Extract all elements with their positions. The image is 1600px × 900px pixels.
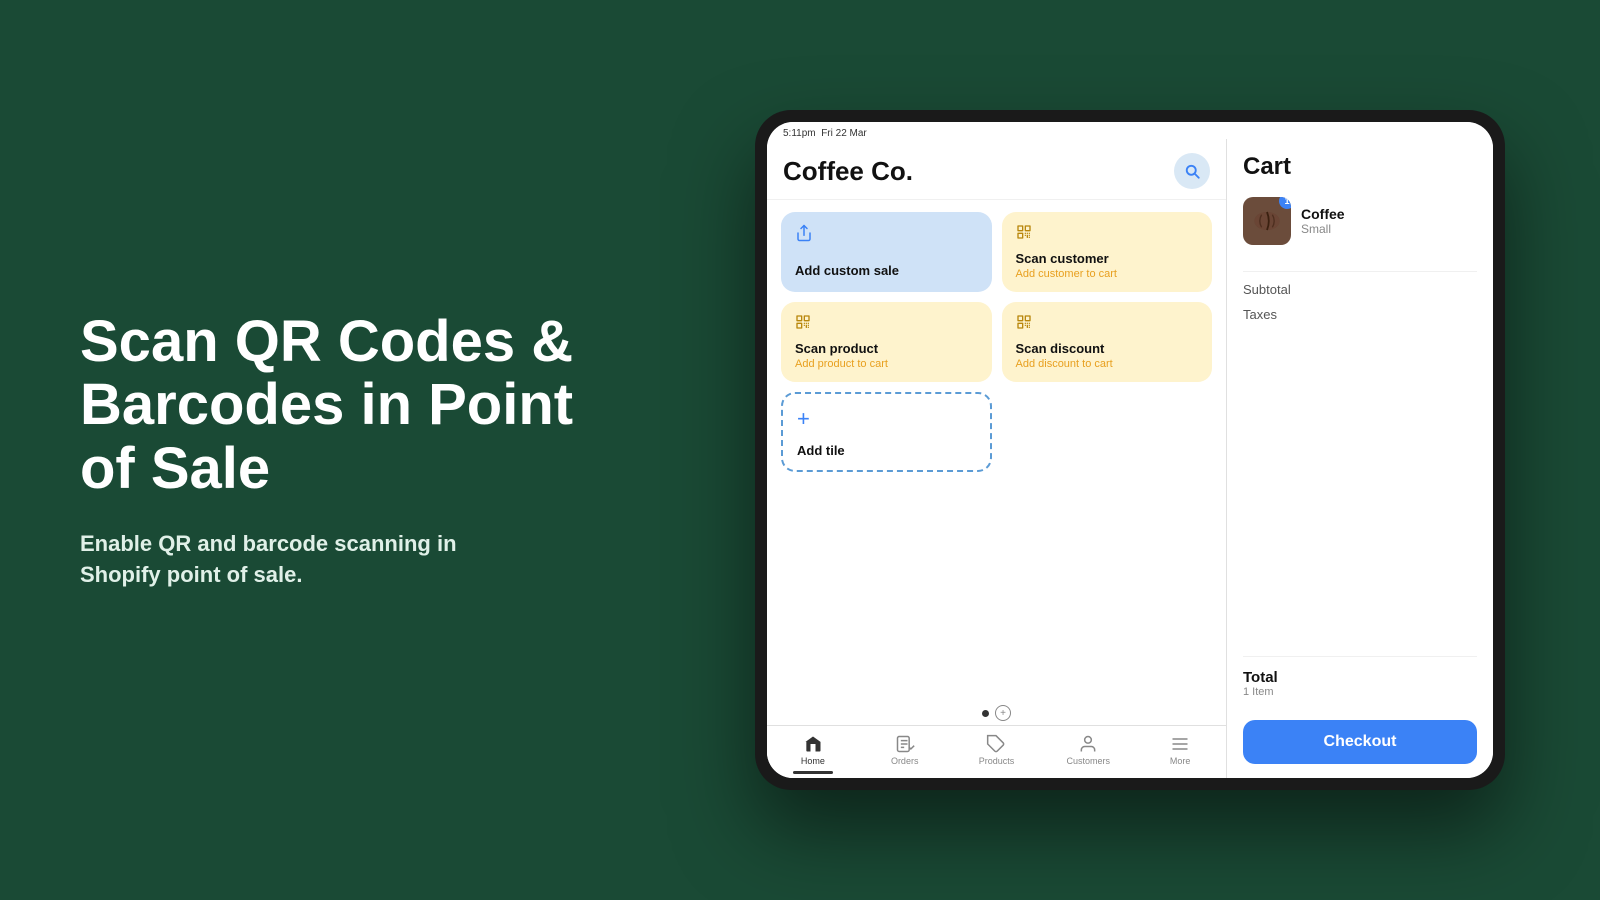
checkout-label: Checkout: [1324, 733, 1397, 751]
home-icon: [803, 734, 823, 754]
tile-scan-discount-content: Scan discount Add discount to cart: [1016, 341, 1199, 370]
dot-active: [982, 710, 989, 717]
tile-scan-product-title: Scan product: [795, 341, 978, 356]
share-icon: [795, 224, 978, 247]
cart-panel: Cart 1: [1227, 139, 1493, 778]
tiles-grid: Add custom sale: [767, 200, 1226, 697]
qr-icon-product: [795, 314, 978, 335]
qr-icon-discount: [1016, 314, 1199, 335]
nav-label-customers: Customers: [1067, 756, 1111, 766]
left-panel: Scan QR Codes & Barcodes in Point of Sal…: [0, 250, 680, 651]
more-icon: [1170, 734, 1190, 754]
cart-title: Cart: [1243, 153, 1477, 181]
tablet-screen: 5:11pm Fri 22 Mar Coffee Co.: [767, 122, 1493, 778]
pos-panel: Coffee Co.: [767, 139, 1227, 778]
cart-total-label: Total: [1243, 669, 1278, 686]
cart-item: 1 Coffee Small: [1243, 197, 1477, 245]
tile-scan-discount[interactable]: Scan discount Add discount to cart: [1002, 302, 1213, 382]
cart-item-variant: Small: [1301, 222, 1345, 236]
pos-header: Coffee Co.: [767, 139, 1226, 200]
orders-icon: [895, 734, 915, 754]
cart-total-info: Total 1 Item: [1243, 669, 1278, 698]
nav-item-more[interactable]: More: [1134, 734, 1226, 774]
plus-icon: +: [797, 406, 976, 432]
cart-item-info: Coffee Small: [1301, 206, 1345, 236]
tile-scan-discount-title: Scan discount: [1016, 341, 1199, 356]
nav-item-orders[interactable]: Orders: [859, 734, 951, 774]
pagination-dots: +: [767, 697, 1226, 725]
tile-scan-customer-title: Scan customer: [1016, 251, 1199, 266]
cart-spacer: [1243, 332, 1477, 656]
nav-label-home: Home: [801, 756, 825, 766]
customers-icon: [1078, 734, 1098, 754]
tile-scan-product[interactable]: Scan product Add product to cart: [781, 302, 992, 382]
coffee-bean-icon: [1249, 203, 1285, 239]
tile-scan-customer-subtitle: Add customer to cart: [1016, 268, 1199, 280]
status-date: Fri 22 Mar: [821, 128, 867, 139]
nav-item-home[interactable]: Home: [767, 734, 859, 774]
tile-scan-product-content: Scan product Add product to cart: [795, 341, 978, 370]
cart-total-row: Total 1 Item: [1243, 669, 1477, 698]
cart-item-name: Coffee: [1301, 206, 1345, 222]
status-bar: 5:11pm Fri 22 Mar: [767, 122, 1493, 139]
bottom-nav: Home Orders: [767, 725, 1226, 778]
search-icon: [1183, 162, 1201, 180]
tile-custom-sale[interactable]: Add custom sale: [781, 212, 992, 292]
cart-total-section: Total 1 Item: [1243, 656, 1477, 708]
products-icon: [986, 734, 1006, 754]
qr-icon-customer: [1016, 224, 1199, 245]
tablet-device: 5:11pm Fri 22 Mar Coffee Co.: [755, 110, 1505, 790]
tile-scan-customer-content: Scan customer Add customer to cart: [1016, 251, 1199, 280]
nav-item-customers[interactable]: Customers: [1042, 734, 1134, 774]
nav-item-products[interactable]: Products: [951, 734, 1043, 774]
taxes-label: Taxes: [1243, 307, 1277, 322]
dot-add[interactable]: +: [995, 705, 1011, 721]
nav-active-indicator: [793, 771, 833, 774]
tile-scan-customer[interactable]: Scan customer Add customer to cart: [1002, 212, 1213, 292]
cart-item-image: 1: [1243, 197, 1291, 245]
right-panel: 5:11pm Fri 22 Mar Coffee Co.: [680, 70, 1600, 830]
tile-custom-sale-title: Add custom sale: [795, 263, 978, 278]
cart-row-subtotal: Subtotal: [1243, 282, 1477, 297]
sub-headline: Enable QR and barcode scanning inShopify…: [80, 529, 600, 591]
tile-add-label: Add tile: [797, 443, 976, 458]
subtotal-label: Subtotal: [1243, 282, 1291, 297]
nav-label-products: Products: [979, 756, 1015, 766]
pos-title: Coffee Co.: [783, 156, 913, 187]
nav-label-orders: Orders: [891, 756, 919, 766]
screen-body: Coffee Co.: [767, 139, 1493, 778]
tile-add-tile[interactable]: + Add tile: [781, 392, 992, 472]
status-time: 5:11pm: [783, 128, 816, 139]
nav-label-more: More: [1170, 756, 1191, 766]
cart-divider-1: [1243, 271, 1477, 272]
cart-row-taxes: Taxes: [1243, 307, 1477, 322]
tile-scan-discount-subtitle: Add discount to cart: [1016, 358, 1199, 370]
search-button[interactable]: [1174, 153, 1210, 189]
checkout-button[interactable]: Checkout: [1243, 720, 1477, 764]
tile-scan-product-subtitle: Add product to cart: [795, 358, 978, 370]
main-headline: Scan QR Codes & Barcodes in Point of Sal…: [80, 310, 600, 501]
cart-total-sub: 1 Item: [1243, 686, 1278, 698]
